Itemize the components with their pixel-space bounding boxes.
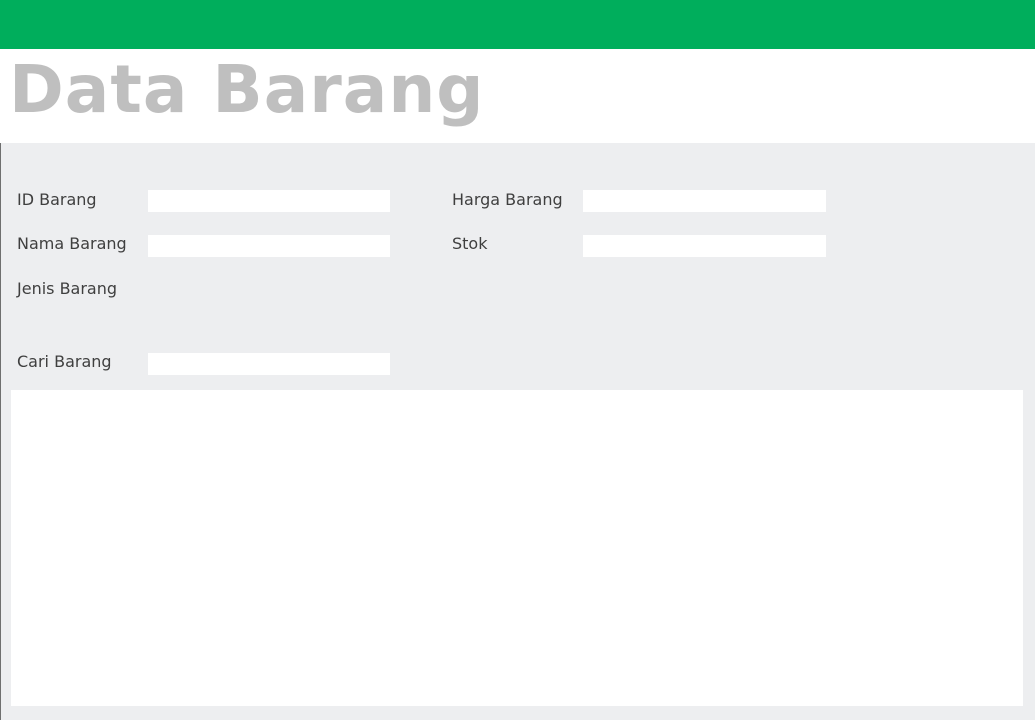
stok-label: Stok: [452, 234, 488, 253]
nama-barang-input[interactable]: [148, 235, 390, 257]
jenis-barang-label: Jenis Barang: [17, 279, 118, 298]
id-barang-input[interactable]: [148, 190, 390, 212]
cari-barang-label: Cari Barang: [17, 352, 112, 371]
header-bar: [0, 0, 1035, 49]
harga-barang-label: Harga Barang: [452, 190, 563, 209]
cari-barang-input[interactable]: [148, 353, 390, 375]
harga-barang-input[interactable]: [583, 190, 826, 212]
id-barang-label: ID Barang: [17, 190, 97, 209]
stok-input[interactable]: [583, 235, 826, 257]
page-title: Data Barang: [9, 51, 485, 128]
nama-barang-label: Nama Barang: [17, 234, 127, 253]
data-table[interactable]: [11, 390, 1023, 706]
